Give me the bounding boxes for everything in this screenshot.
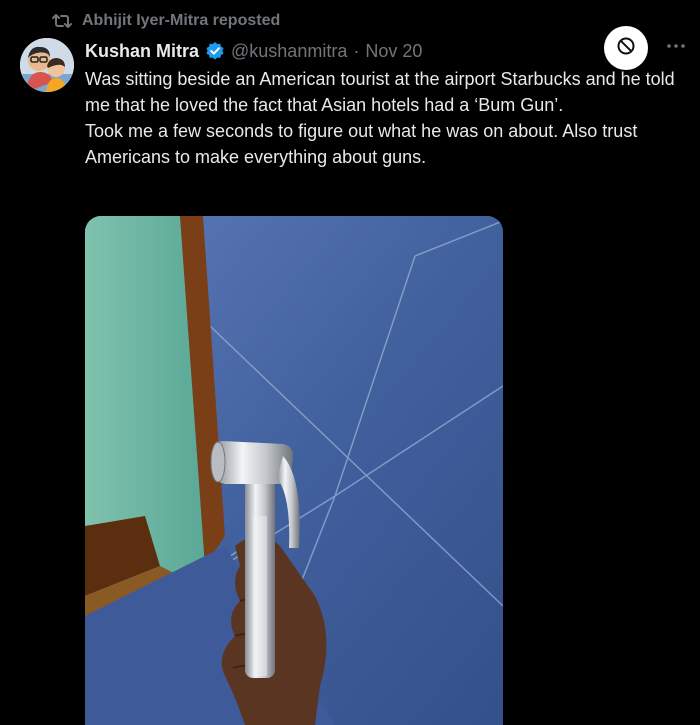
tweet-text: Was sitting beside an American tourist a…: [85, 66, 690, 170]
post-date[interactable]: Nov 20: [365, 41, 422, 62]
block-button[interactable]: [604, 26, 648, 70]
repost-indicator[interactable]: Abhijit Iyer-Mitra reposted: [52, 10, 280, 32]
more-options-icon[interactable]: [664, 36, 688, 56]
author-handle[interactable]: @kushanmitra: [231, 41, 347, 62]
author-name[interactable]: Kushan Mitra: [85, 41, 199, 62]
repost-icon: [52, 12, 72, 30]
avatar[interactable]: [20, 38, 74, 92]
tweet-paragraph-2: Took me a few seconds to figure out what…: [85, 121, 638, 167]
tweet-paragraph-1: Was sitting beside an American tourist a…: [85, 69, 675, 115]
tweet-photo[interactable]: [85, 216, 503, 725]
block-icon: [616, 36, 636, 61]
tweet-header: Kushan Mitra @kushanmitra · Nov 20: [85, 38, 422, 64]
tweet-page: Abhijit Iyer-Mitra reposted Kushan Mitra…: [0, 0, 700, 725]
repost-text[interactable]: Abhijit Iyer-Mitra reposted: [82, 12, 280, 30]
verified-badge-icon[interactable]: [205, 41, 225, 61]
header-separator: ·: [353, 40, 360, 61]
